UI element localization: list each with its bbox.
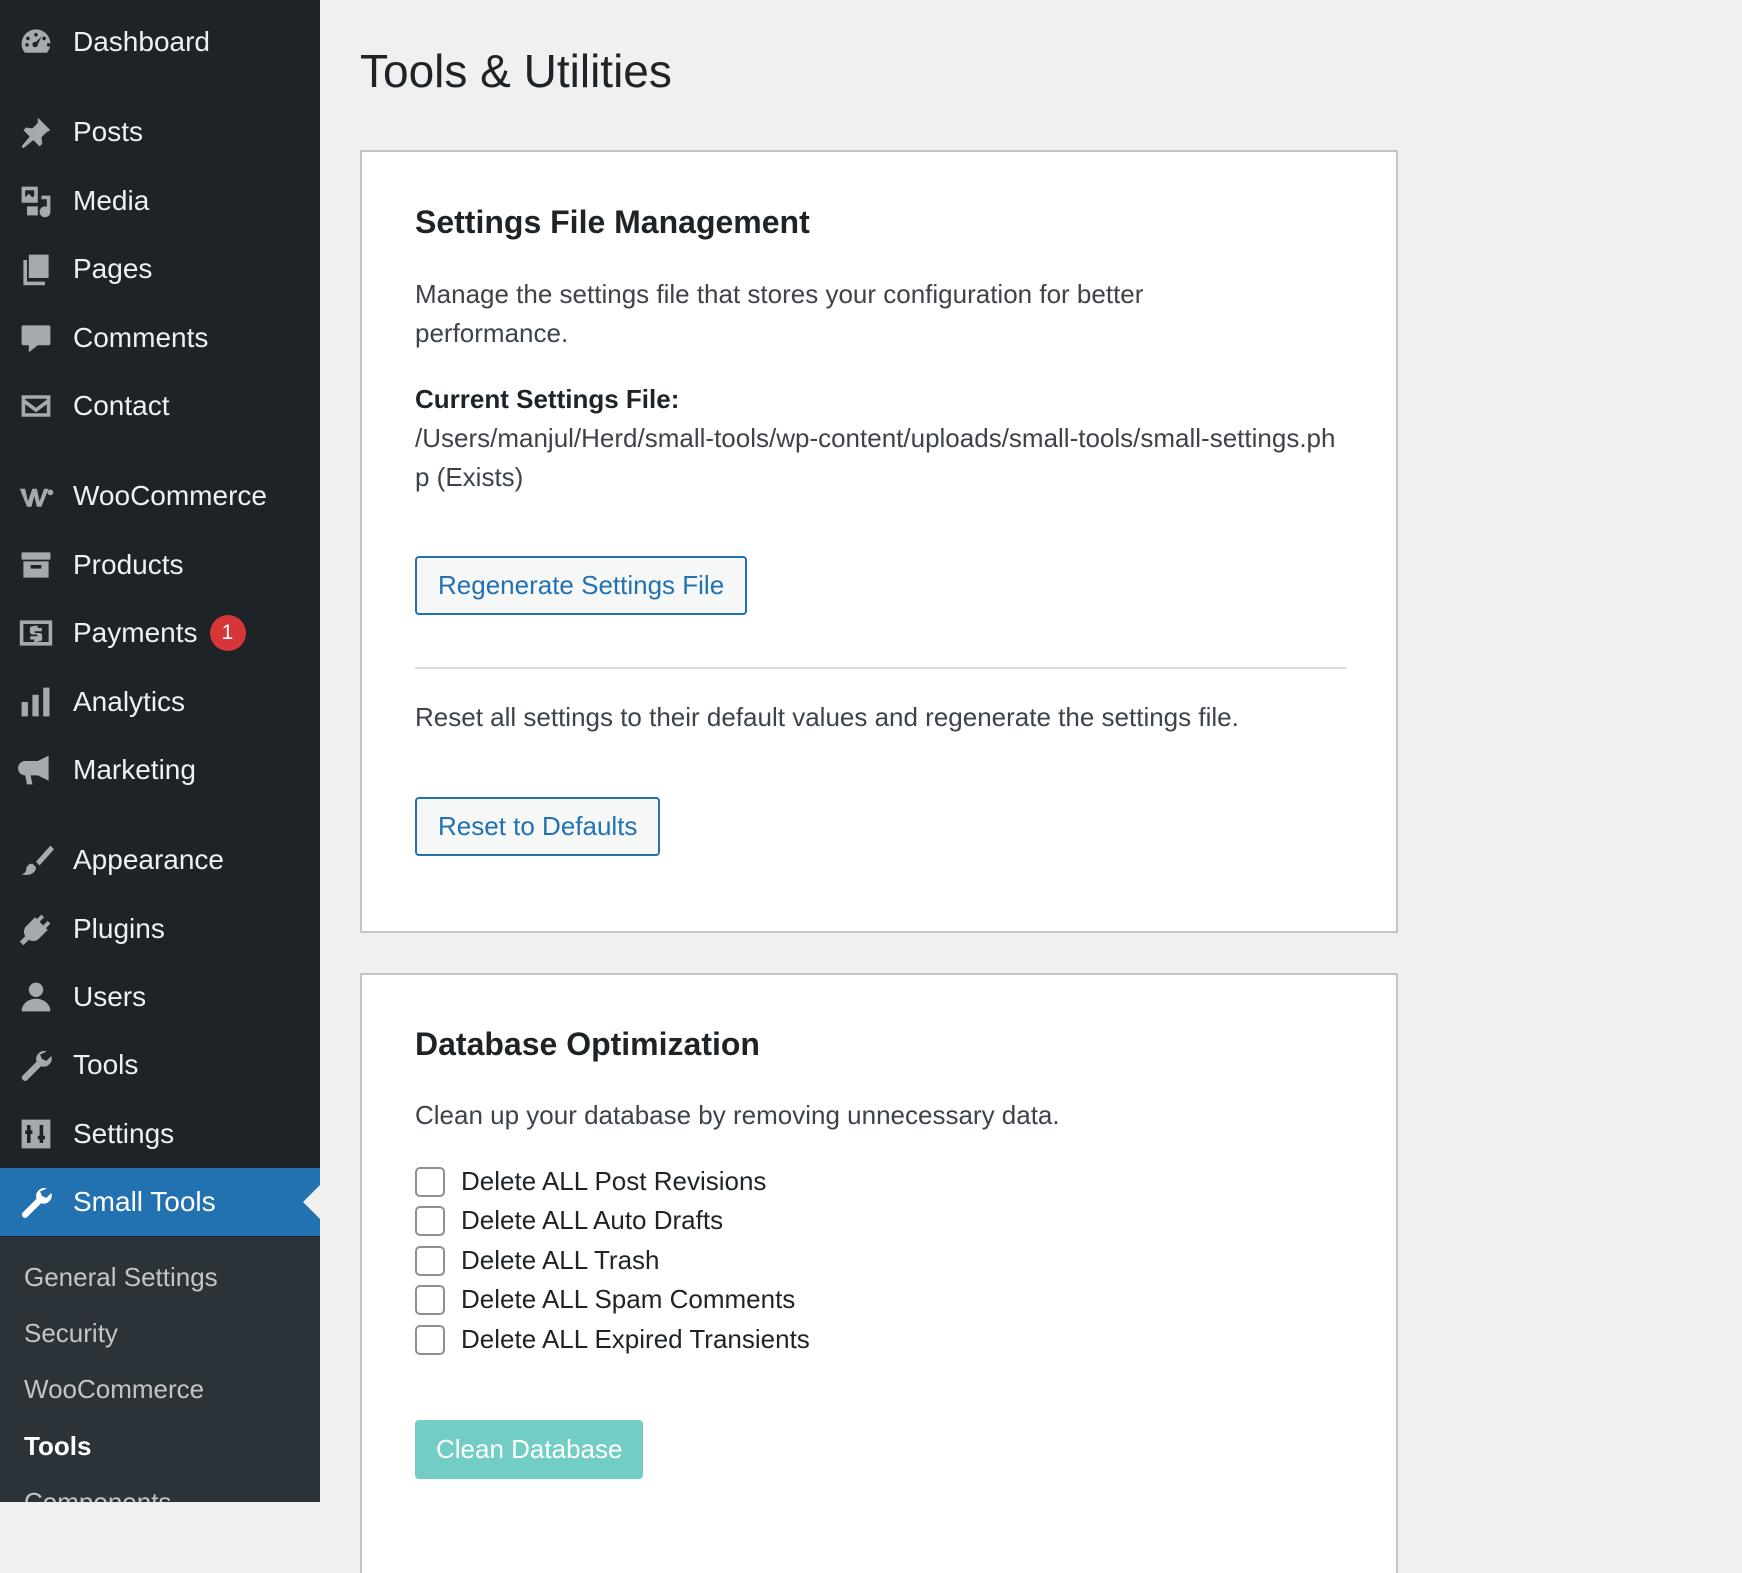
plug-icon [18,911,54,947]
settings-file-card: Settings File Management Manage the sett… [360,150,1398,933]
sidebar-item-label: Pages [73,253,153,284]
sidebar-item-small-tools[interactable]: Small Tools [0,1168,320,1236]
sidebar-item-comments[interactable]: Comments [0,304,320,372]
archive-icon [18,547,54,583]
sidebar-item-marketing[interactable]: Marketing [0,736,320,804]
megaphone-icon [18,752,54,788]
current-settings-path: /Users/manjul/Herd/small-tools/wp-conten… [415,423,1336,492]
sliders-icon [18,1116,54,1152]
current-menu-arrow [303,1185,320,1219]
wrench-icon [18,1184,54,1220]
sidebar-item-tools[interactable]: Tools [0,1031,320,1099]
divider [415,667,1347,669]
checkbox-label: Delete ALL Post Revisions [461,1166,767,1196]
admin-sidebar: Dashboard Posts Media Pages Comments Con… [0,0,320,1502]
card-description: Manage the settings file that stores you… [415,279,1144,348]
card-description: Clean up your database by removing unnec… [415,1100,1060,1130]
checkbox-label: Delete ALL Auto Drafts [461,1205,724,1235]
dollar-icon [18,615,54,651]
option-expired-transients[interactable]: Delete ALL Expired Transients [415,1324,810,1355]
sidebar-item-label: Small Tools [73,1186,216,1217]
submenu-item-components[interactable]: Components [24,1487,171,1502]
card-heading: Settings File Management [415,204,810,240]
sidebar-item-label: Appearance [73,844,225,875]
sidebar-item-posts[interactable]: Posts [0,98,320,166]
database-optimization-card: Database Optimization Clean up your data… [360,973,1398,1573]
sidebar-item-label: Comments [73,322,209,353]
sidebar-item-label: WooCommerce [73,480,267,511]
current-settings-file: Current Settings File: /Users/manjul/Her… [415,380,1345,497]
option-post-revisions[interactable]: Delete ALL Post Revisions [415,1166,766,1197]
sidebar-item-plugins[interactable]: Plugins [0,895,320,963]
page-title: Tools & Utilities [360,45,672,97]
submenu: General Settings Security WooCommerce To… [0,1237,320,1502]
notification-badge: 1 [209,615,246,651]
reset-description: Reset all settings to their default valu… [415,702,1239,732]
sidebar-item-settings[interactable]: Settings [0,1100,320,1168]
reset-defaults-button[interactable]: Reset to Defaults [415,797,661,856]
checkbox[interactable] [415,1205,445,1236]
pages-icon [18,251,54,287]
sidebar-item-analytics[interactable]: Analytics [0,668,320,736]
paintbrush-icon [18,842,54,878]
option-trash[interactable]: Delete ALL Trash [415,1245,660,1276]
user-icon [18,979,54,1015]
submenu-item-general-settings[interactable]: General Settings [24,1262,218,1293]
sidebar-item-label: Payments [73,617,198,648]
sidebar-item-label: Plugins [73,913,165,944]
option-spam-comments[interactable]: Delete ALL Spam Comments [415,1284,795,1315]
sidebar-item-products[interactable]: Products [0,531,320,599]
sidebar-item-label: Contact [73,390,170,421]
sidebar-item-users[interactable]: Users [0,963,320,1031]
sidebar-item-label: Settings [73,1118,175,1149]
card-heading: Database Optimization [415,1026,760,1062]
sidebar-item-label: Products [73,549,184,580]
submenu-item-tools[interactable]: Tools [24,1431,91,1462]
wrench-icon [18,1047,54,1083]
sidebar-item-media[interactable]: Media [0,167,320,235]
sidebar-item-pages[interactable]: Pages [0,235,320,303]
checkbox[interactable] [415,1284,445,1315]
checkbox-label: Delete ALL Trash [461,1245,660,1275]
sidebar-item-contact[interactable]: Contact [0,372,320,440]
sidebar-item-label: Dashboard [73,26,210,57]
sidebar-item-appearance[interactable]: Appearance [0,826,320,894]
regenerate-settings-button[interactable]: Regenerate Settings File [415,556,748,615]
current-settings-label: Current Settings File: [415,384,680,414]
checkbox[interactable] [415,1245,445,1276]
sidebar-item-label: Users [73,981,147,1012]
sidebar-item-label: Analytics [73,686,186,717]
sidebar-item-payments[interactable]: Payments 1 [0,599,320,667]
dashboard-icon [18,24,54,60]
submenu-item-security[interactable]: Security [24,1318,118,1349]
checkbox[interactable] [415,1166,445,1197]
sidebar-item-label: Media [73,185,150,216]
sidebar-item-dashboard[interactable]: Dashboard [0,8,320,76]
sidebar-item-label: Marketing [73,754,196,785]
option-auto-drafts[interactable]: Delete ALL Auto Drafts [415,1205,723,1236]
pin-icon [18,114,54,150]
clean-database-button[interactable]: Clean Database [415,1420,644,1479]
envelope-icon [18,388,54,424]
sidebar-item-woocommerce[interactable]: WooCommerce [0,462,320,530]
checkbox-label: Delete ALL Spam Comments [461,1284,796,1314]
media-icon [18,183,54,219]
woocommerce-icon [18,478,54,514]
submenu-item-woocommerce[interactable]: WooCommerce [24,1374,204,1405]
sidebar-item-label: Posts [73,116,144,147]
bar-chart-icon [18,684,54,720]
checkbox[interactable] [415,1324,445,1355]
checkbox-label: Delete ALL Expired Transients [461,1324,810,1354]
comment-icon [18,320,54,356]
sidebar-item-label: Tools [73,1049,139,1080]
